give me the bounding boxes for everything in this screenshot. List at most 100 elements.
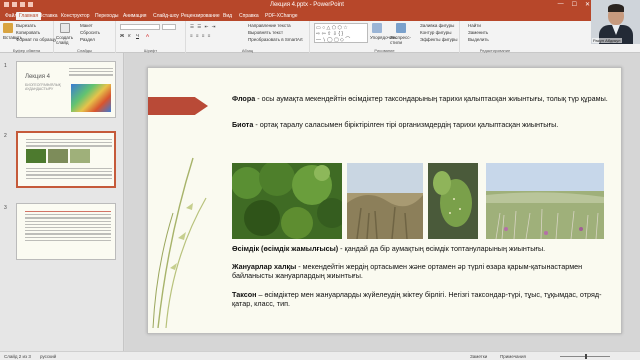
photo-desert-shrubs <box>347 163 423 239</box>
section-button[interactable]: Раздел <box>80 37 95 42</box>
copy-button[interactable]: Копировать <box>16 30 40 35</box>
shape-effects-button[interactable]: Эффекты фигуры <box>420 37 458 42</box>
shapes-gallery[interactable]: ▭ ○ △ ⬠ ⬡ ☆ ⇨ ⇦ ⇧ ⇩ { } — ∖ ◯ ▢ ◇ ⌒ <box>314 23 368 43</box>
save-icon[interactable] <box>4 2 9 7</box>
align-buttons[interactable]: ≡ ≡ ≡ ≡ <box>190 33 211 38</box>
window-controls: — ☐ ✕ <box>558 1 590 8</box>
shape-fill-button[interactable]: Заливка фигуры <box>420 23 454 28</box>
tab-help[interactable]: Справка <box>236 12 262 20</box>
grass-decoration <box>152 157 207 328</box>
tab-animations[interactable]: Анимация <box>120 12 149 20</box>
thumbnail-slide-2[interactable] <box>16 131 116 188</box>
thumbnail-number: 2 <box>4 133 7 139</box>
present-icon[interactable] <box>28 2 33 7</box>
close-button[interactable]: ✕ <box>585 1 590 8</box>
drawing-group: ▭ ○ △ ⬠ ⬡ ☆ ⇨ ⇦ ⇧ ⇩ { } — ∖ ◯ ▢ ◇ ⌒ Упоряд… <box>310 21 460 53</box>
thumbnail-subtitle: БИОГЕОГРАФИЯЛЫҚ АУДАНДАСТЫРУ <box>25 83 61 91</box>
clipboard-group: Вставить Вырезать Копировать Формат по о… <box>0 21 56 53</box>
decorative-arrow <box>148 97 208 115</box>
term-fauna: Жануарлар халқы <box>232 262 297 271</box>
thumbnail-world-map <box>71 84 111 112</box>
definition-taxon: Таксон – өсімдіктер мен жануарларды жүйе… <box>232 290 612 308</box>
title-bar: Лекция 4.pptx - PowerPoint — ☐ ✕ <box>0 0 640 11</box>
definition-vegetation: Өсімдік (өсімдік жамылғысы) - қандай да … <box>232 244 612 253</box>
thumbnail-photo <box>26 149 46 163</box>
webcam-caption: Расул Абдикул <box>592 38 622 43</box>
photo-cactus <box>428 163 478 239</box>
list-buttons[interactable]: ☰ ☰ ⇤ ⇥ <box>190 24 216 30</box>
quick-access-toolbar[interactable] <box>4 2 33 7</box>
font-family-select[interactable] <box>120 24 160 30</box>
thumbnail-slide-3[interactable] <box>16 203 116 260</box>
font-color-button[interactable]: А <box>146 33 149 38</box>
status-bar: Слайд 2 из 3 русский Заметки Примечания <box>0 351 640 360</box>
tab-design[interactable]: Конструктор <box>58 12 93 20</box>
thumbnail-slide-1[interactable]: Лекция 4 БИОГЕОГРАФИЯЛЫҚ АУДАНДАСТЫРУ <box>16 61 116 118</box>
shape-outline-button[interactable]: Контур фигуры <box>420 30 451 35</box>
bold-button[interactable]: Ж <box>120 33 124 38</box>
thumbnail-photo <box>70 149 90 163</box>
thumbnail-number: 3 <box>4 205 7 211</box>
tab-insert[interactable]: Вставка <box>36 12 61 20</box>
photo-forest <box>232 163 342 239</box>
comments-button[interactable]: Примечания <box>500 354 526 359</box>
zoom-slider-knob[interactable] <box>585 354 587 359</box>
thumbnail-text <box>26 166 112 181</box>
slides-group: Создать слайд Макет Сбросить Раздел Слай… <box>54 21 116 53</box>
minimize-button[interactable]: — <box>558 1 564 8</box>
definition-fauna: Жануарлар халқы - мекендейтін жердің орт… <box>232 262 612 280</box>
notes-button[interactable]: Заметки <box>470 354 487 359</box>
text-vegetation: - қандай да бір аумақтың өсімдік топтану… <box>338 244 546 253</box>
undo-icon[interactable] <box>12 2 17 7</box>
slide-canvas: Флора - осы аумақта мекендейтін өсімдікт… <box>125 53 640 351</box>
new-slide-icon[interactable] <box>60 23 70 33</box>
ribbon-tabs: Файл Главная Вставка Конструктор Переход… <box>0 11 640 21</box>
replace-button[interactable]: Заменить <box>468 30 488 35</box>
smartart-button[interactable]: Преобразовать в SmartArt <box>248 37 303 42</box>
quick-styles-button[interactable]: Экспресс-стили <box>390 35 416 45</box>
text-biota: - ортақ таралу саласымен біріктірілген т… <box>253 120 559 129</box>
thumbnail-text <box>69 66 113 80</box>
redo-icon[interactable] <box>20 2 25 7</box>
text-flora: - осы аумақта мекендейтін өсімдіктер так… <box>255 94 608 103</box>
term-taxon: Таксон <box>232 290 257 299</box>
new-slide-button[interactable]: Создать слайд <box>56 35 78 45</box>
tab-transitions[interactable]: Переходы <box>92 12 121 20</box>
document-title: Лекция 4.pptx - PowerPoint <box>270 2 344 8</box>
italic-button[interactable]: К <box>128 33 131 38</box>
tab-review[interactable]: Рецензирование <box>178 12 223 20</box>
find-button[interactable]: Найти <box>468 23 481 28</box>
term-vegetation: Өсімдік (өсімдік жамылғысы) <box>232 244 339 253</box>
slide[interactable]: Флора - осы аумақта мекендейтін өсімдікт… <box>147 67 622 334</box>
reset-button[interactable]: Сбросить <box>80 30 100 35</box>
cut-button[interactable]: Вырезать <box>16 23 36 28</box>
slide-count: Слайд 2 из 3 <box>4 354 31 359</box>
maximize-button[interactable]: ☐ <box>572 1 577 8</box>
thumbnail-title: Лекция 4 <box>25 74 50 80</box>
language-indicator[interactable]: русский <box>40 354 56 359</box>
select-button[interactable]: Выделить <box>468 37 489 42</box>
text-direction-button[interactable]: Направление текста <box>248 23 291 28</box>
thumbnail-photo <box>48 149 68 163</box>
ribbon-home: Вставить Вырезать Копировать Формат по о… <box>0 21 640 53</box>
tab-view[interactable]: Вид <box>220 12 235 20</box>
slide-thumbnails-pane: 1 Лекция 4 БИОГЕОГРАФИЯЛЫҚ АУДАНДАСТЫРУ … <box>0 53 124 351</box>
definition-biota: Биота - ортақ таралу саласымен біріктірі… <box>232 120 612 129</box>
align-text-button[interactable]: Выровнять текст <box>248 30 283 35</box>
thumbnail-number: 1 <box>4 63 7 69</box>
term-flora: Флора <box>232 94 256 103</box>
tab-pdf-xchange[interactable]: PDF-XChange <box>262 12 301 20</box>
arrange-icon[interactable] <box>372 23 382 33</box>
text-taxon: – өсімдіктер мен жануарларды жүйелеудің … <box>232 290 602 308</box>
underline-button[interactable]: Ч <box>136 33 139 38</box>
photo-steppe <box>486 163 604 239</box>
quick-styles-icon[interactable] <box>396 23 406 33</box>
font-size-select[interactable] <box>162 24 176 30</box>
format-painter-button[interactable]: Формат по образцу <box>16 37 56 42</box>
layout-button[interactable]: Макет <box>80 23 93 28</box>
term-biota: Биота <box>232 120 254 129</box>
paste-icon[interactable] <box>3 23 13 33</box>
thumbnail-text <box>26 137 112 149</box>
definition-flora: Флора - осы аумақта мекендейтін өсімдікт… <box>232 94 612 103</box>
editing-group: Найти Заменить Выделить Редактирование <box>460 21 530 53</box>
